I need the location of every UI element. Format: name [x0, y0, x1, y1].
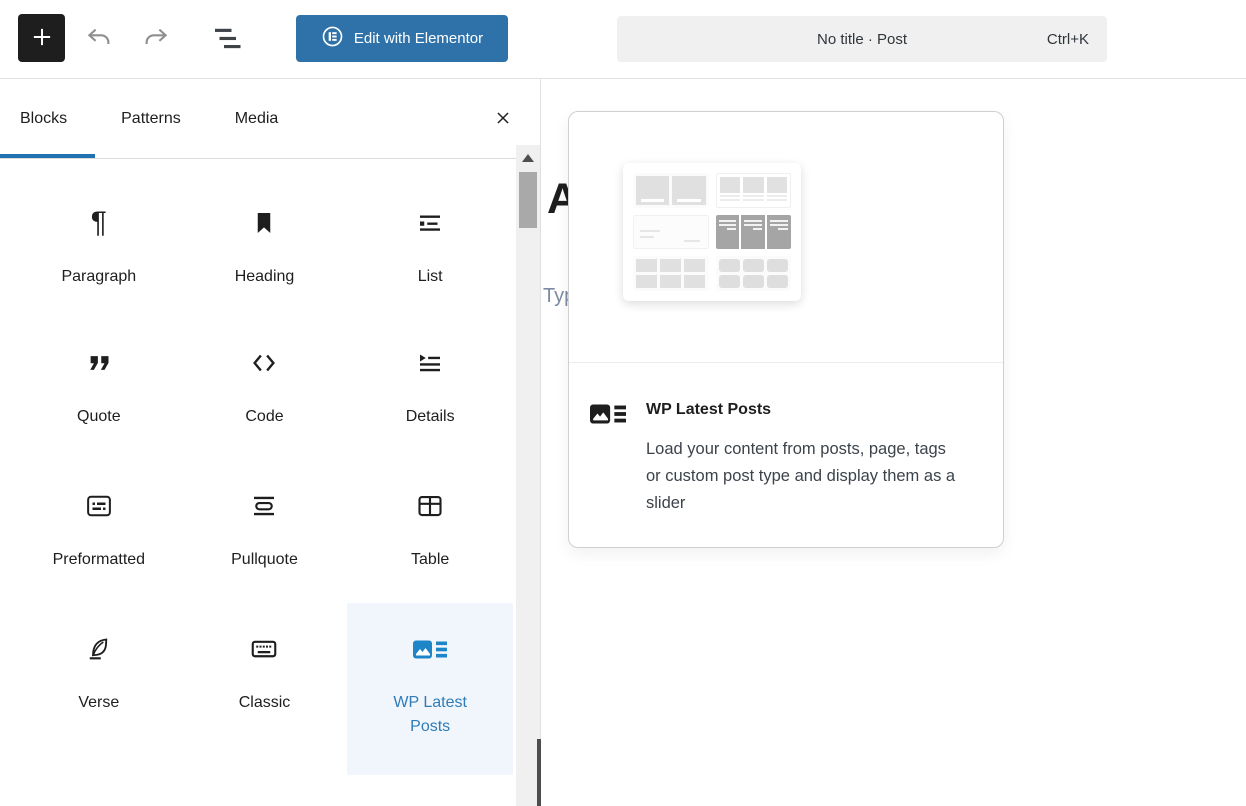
inserter-tabs: Blocks Patterns Media: [0, 79, 540, 159]
pullquote-icon: [249, 491, 279, 521]
plus-icon: [29, 24, 55, 53]
editor-window: Edit with Elementor No title · Post Ctrl…: [0, 0, 1246, 806]
block-tile-quote[interactable]: Quote: [16, 303, 182, 446]
tab-blocks[interactable]: Blocks: [20, 79, 67, 158]
document-overview-icon: [207, 24, 247, 57]
redo-button[interactable]: [135, 22, 175, 58]
preview-mock-hero: [633, 173, 709, 208]
block-tile-paragraph[interactable]: ¶ Paragraph: [16, 163, 182, 303]
scrollbar-thumb[interactable]: [519, 172, 537, 228]
heading-icon: [249, 208, 279, 238]
preview-mock-tiles: [716, 256, 792, 291]
block-type-grid: ¶ Paragraph Heading List Quote: [16, 163, 513, 775]
preview-mock-dark-slider: [716, 215, 792, 250]
elementor-button-label: Edit with Elementor: [354, 30, 483, 47]
block-tile-table[interactable]: Table: [347, 446, 513, 589]
block-tile-classic[interactable]: Classic: [182, 589, 348, 775]
classic-icon: [249, 634, 279, 664]
undo-button[interactable]: [80, 22, 120, 58]
scrollbar-up-arrow[interactable]: [522, 154, 534, 162]
block-tile-verse[interactable]: Verse: [16, 589, 182, 775]
wp-latest-posts-icon: [413, 634, 447, 664]
close-icon: [492, 107, 514, 132]
block-preview-thumbnail: [623, 163, 801, 301]
block-tile-heading[interactable]: Heading: [182, 163, 348, 303]
verse-icon: [84, 634, 114, 664]
elementor-logo-icon: [321, 25, 344, 52]
details-icon: [415, 348, 445, 378]
block-tile-list[interactable]: List: [347, 163, 513, 303]
add-block-button[interactable]: [18, 14, 65, 62]
command-shortcut: Ctrl+K: [1047, 16, 1089, 62]
block-preview-popover: WP Latest Posts Load your content from p…: [568, 111, 1004, 548]
paragraph-icon: ¶: [91, 208, 107, 238]
block-tile-details[interactable]: Details: [347, 303, 513, 446]
editor-toolbar: Edit with Elementor No title · Post Ctrl…: [0, 0, 1246, 79]
table-icon: [415, 491, 445, 521]
panel-divider-dark-segment: [537, 739, 541, 806]
block-tile-preformatted[interactable]: Preformatted: [16, 446, 182, 589]
block-tile-pullquote[interactable]: Pullquote: [182, 446, 348, 589]
preview-mock-grid: [633, 256, 709, 291]
tab-patterns[interactable]: Patterns: [121, 79, 181, 158]
popover-divider: [569, 362, 1003, 363]
tab-media[interactable]: Media: [235, 79, 279, 158]
block-inserter-panel: Blocks Patterns Media ¶ Paragraph Headin…: [0, 79, 541, 806]
block-preview-description: Load your content from posts, page, tags…: [646, 436, 958, 517]
inserter-scrollbar: [516, 145, 540, 806]
document-overview-button[interactable]: [203, 22, 251, 58]
code-icon: [249, 348, 279, 378]
undo-icon: [85, 26, 115, 55]
quote-icon: [84, 348, 114, 378]
list-icon: [415, 208, 445, 238]
block-preview-area: [569, 112, 1003, 362]
block-tile-wp-latest-posts[interactable]: WP Latest Posts: [347, 603, 513, 775]
redo-icon: [140, 26, 170, 55]
preview-mock-sketch: [633, 215, 709, 250]
document-title: No title · Post: [617, 16, 1107, 62]
edit-with-elementor-button[interactable]: Edit with Elementor: [296, 15, 508, 62]
wp-latest-posts-icon: [590, 402, 626, 431]
block-preview-title: WP Latest Posts: [646, 400, 958, 420]
block-info: WP Latest Posts Load your content from p…: [590, 400, 983, 517]
command-center-bar[interactable]: No title · Post Ctrl+K: [617, 16, 1107, 62]
preview-mock-cards: [716, 173, 792, 208]
close-inserter-button[interactable]: [488, 104, 518, 134]
block-tile-code[interactable]: Code: [182, 303, 348, 446]
preformatted-icon: [84, 491, 114, 521]
